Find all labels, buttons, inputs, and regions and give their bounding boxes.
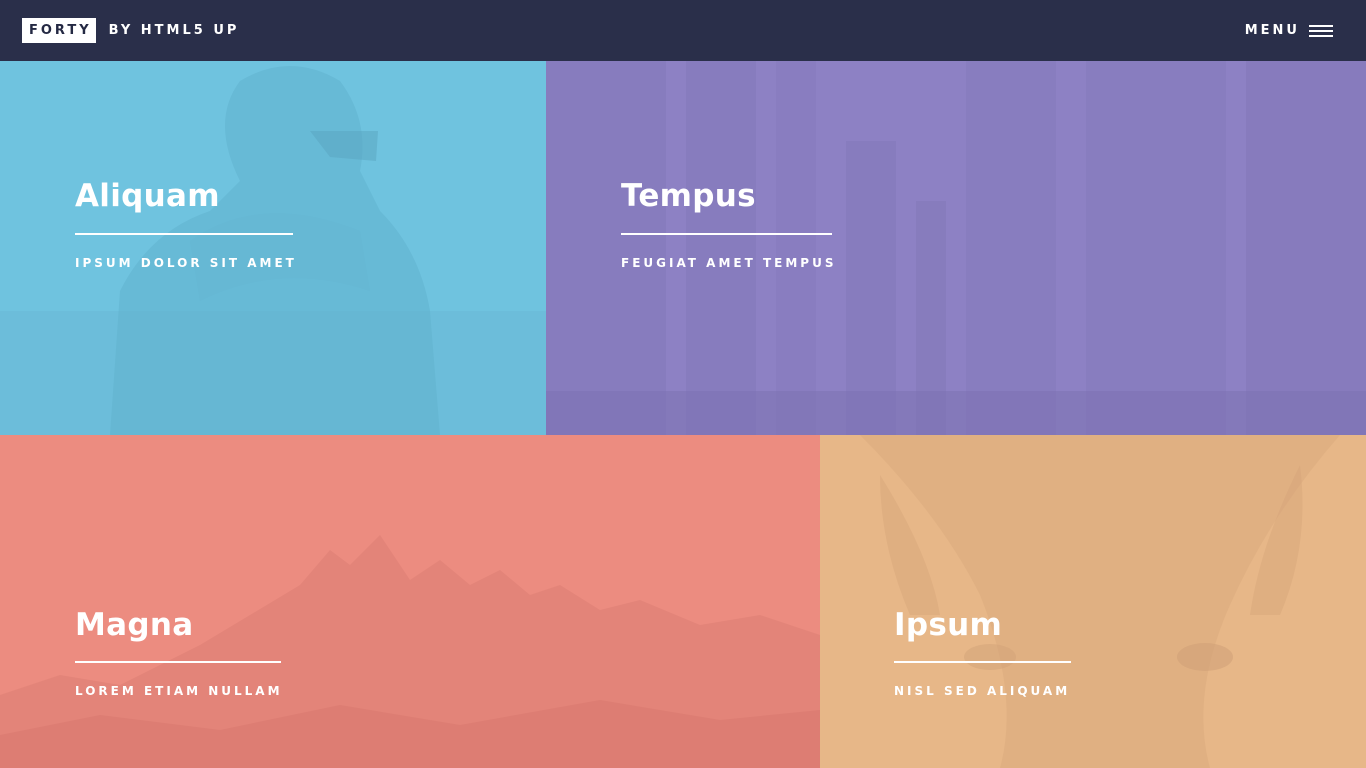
logo-byline: BY HTML5 UP: [108, 23, 240, 38]
tile-title: Ipsum: [894, 607, 1003, 643]
tile-divider: [75, 233, 293, 235]
logo-box: FORTY: [22, 18, 96, 43]
tile-subtitle: FEUGIAT AMET TEMPUS: [621, 256, 837, 270]
tile-ipsum[interactable]: Ipsum NISL SED ALIQUAM: [820, 435, 1366, 768]
tile-subtitle: IPSUM DOLOR SIT AMET: [75, 256, 297, 270]
tile-magna[interactable]: Magna LOREM ETIAM NULLAM: [0, 435, 820, 768]
tile-tempus[interactable]: Tempus FEUGIAT AMET TEMPUS: [546, 61, 1366, 435]
menu-label: MENU: [1244, 23, 1300, 38]
site-logo[interactable]: FORTY BY HTML5 UP: [22, 18, 239, 43]
hamburger-icon: [1309, 24, 1333, 37]
tile-title: Aliquam: [75, 178, 220, 214]
tile-divider: [894, 661, 1071, 663]
tile-divider: [621, 233, 832, 235]
tile-title: Magna: [75, 607, 194, 643]
menu-button[interactable]: MENU: [1245, 23, 1333, 38]
tile-subtitle: NISL SED ALIQUAM: [894, 684, 1071, 698]
tile-subtitle: LOREM ETIAM NULLAM: [75, 684, 283, 698]
tile-title: Tempus: [621, 178, 756, 214]
tile-divider: [75, 661, 281, 663]
tile-aliquam[interactable]: Aliquam IPSUM DOLOR SIT AMET: [0, 61, 546, 435]
site-header: FORTY BY HTML5 UP MENU: [0, 0, 1366, 61]
